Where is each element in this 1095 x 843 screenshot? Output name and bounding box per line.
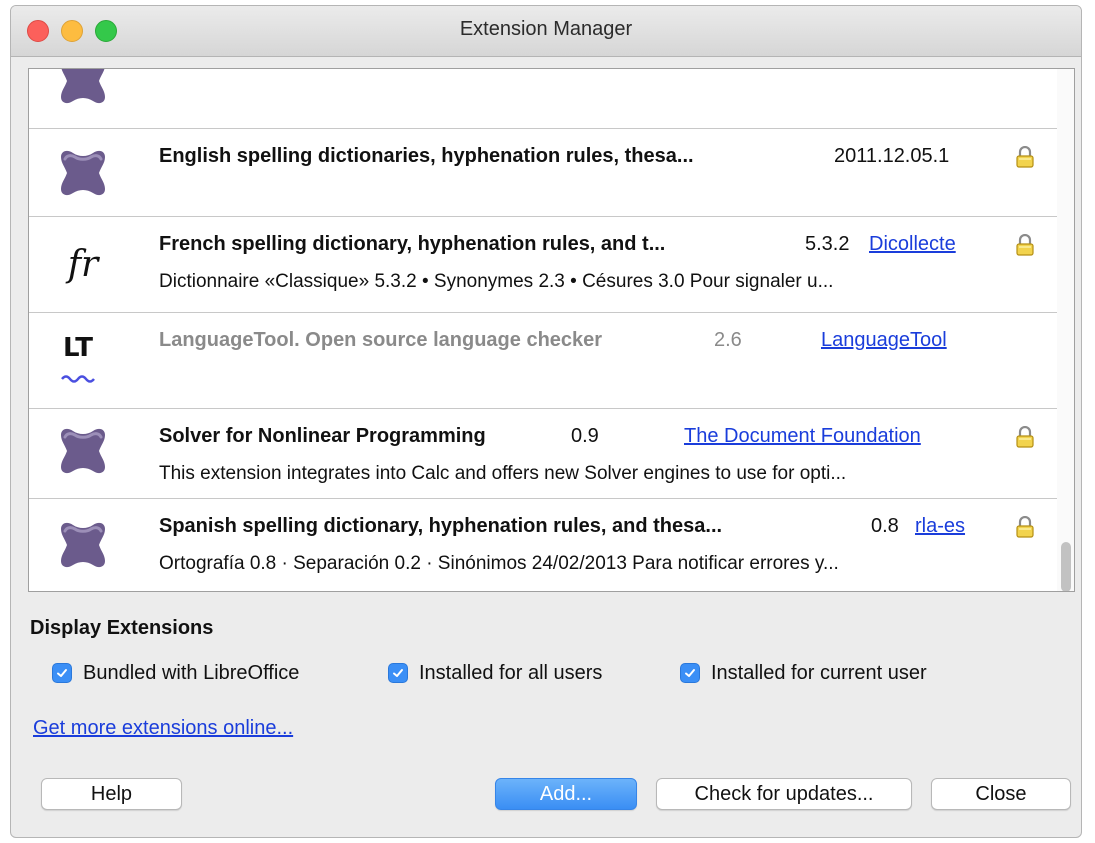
display-extensions-heading: Display Extensions <box>30 617 214 639</box>
current-user-checkbox-label: Installed for current user <box>711 661 927 684</box>
extension-version: 5.3.2 <box>805 233 850 255</box>
extension-title: English spelling dictionaries, hyphenati… <box>159 145 694 167</box>
add-button[interactable]: Add... <box>495 778 637 810</box>
title-bar: Extension Manager <box>11 6 1081 57</box>
extension-publisher-link[interactable]: The Document Foundation <box>684 425 921 448</box>
extension-version: 0.9 <box>571 425 599 447</box>
extension-version: 0.8 <box>871 515 899 537</box>
lock-icon <box>1015 426 1035 448</box>
puzzle-icon <box>59 149 107 197</box>
extension-manager-window: Extension Manager English spelling dicti… <box>10 5 1082 838</box>
extension-row[interactable] <box>29 69 1058 129</box>
languagetool-icon: LT <box>53 329 113 389</box>
check-updates-button[interactable]: Check for updates... <box>656 778 912 810</box>
fr-icon: fr <box>67 244 99 285</box>
extension-title: French spelling dictionary, hyphenation … <box>159 233 666 255</box>
extension-row[interactable]: English spelling dictionaries, hyphenati… <box>29 129 1058 217</box>
all-users-checkbox[interactable] <box>389 664 407 682</box>
extension-row[interactable]: LT LanguageTool. Open source language ch… <box>29 313 1058 409</box>
extension-publisher-link[interactable]: rla-es <box>915 515 965 538</box>
bundled-checkbox-label: Bundled with LibreOffice <box>83 661 300 684</box>
puzzle-icon <box>59 427 107 475</box>
extension-title: Spanish spelling dictionary, hyphenation… <box>159 515 723 537</box>
extension-description: Ortografía 0.8 · Separación 0.2 · Sinóni… <box>159 553 839 574</box>
scrollbar[interactable] <box>1057 69 1074 591</box>
extension-row[interactable]: Spanish spelling dictionary, hyphenation… <box>29 499 1058 591</box>
extension-description: This extension integrates into Calc and … <box>159 463 847 484</box>
window-title: Extension Manager <box>459 18 633 40</box>
puzzle-icon <box>59 521 107 569</box>
extension-row[interactable]: fr French spelling dictionary, hyphenati… <box>29 217 1058 313</box>
extension-publisher-link[interactable]: LanguageTool <box>821 329 947 352</box>
get-more-extensions-link[interactable]: Get more extensions online... <box>33 717 293 740</box>
extension-publisher-link[interactable]: Dicollecte <box>869 233 956 256</box>
current-user-checkbox-group[interactable]: Installed for current user <box>681 658 927 688</box>
lock-icon <box>1015 234 1035 256</box>
extension-row[interactable]: Solver for Nonlinear Programming 0.9 The… <box>29 409 1058 499</box>
extension-title: LanguageTool. Open source language check… <box>159 329 603 351</box>
extension-list[interactable]: English spelling dictionaries, hyphenati… <box>28 68 1075 592</box>
all-users-checkbox-label: Installed for all users <box>419 661 603 684</box>
current-user-checkbox[interactable] <box>681 664 699 682</box>
extension-title: Solver for Nonlinear Programming <box>159 425 486 447</box>
extension-version: 2.6 <box>714 329 742 351</box>
close-button[interactable]: Close <box>931 778 1071 810</box>
extension-description: Dictionnaire «Classique» 5.3.2 • Synonym… <box>159 271 834 292</box>
all-users-checkbox-group[interactable]: Installed for all users <box>389 658 602 688</box>
scrollbar-thumb[interactable] <box>1061 542 1071 591</box>
extension-version: 2011.12.05.1 <box>834 145 950 167</box>
bundled-checkbox-group[interactable]: Bundled with LibreOffice <box>53 658 299 688</box>
lock-icon <box>1015 146 1035 168</box>
lock-icon <box>1015 516 1035 538</box>
bundled-checkbox[interactable] <box>53 664 71 682</box>
help-button[interactable]: Help <box>41 778 182 810</box>
puzzle-icon <box>59 69 107 105</box>
